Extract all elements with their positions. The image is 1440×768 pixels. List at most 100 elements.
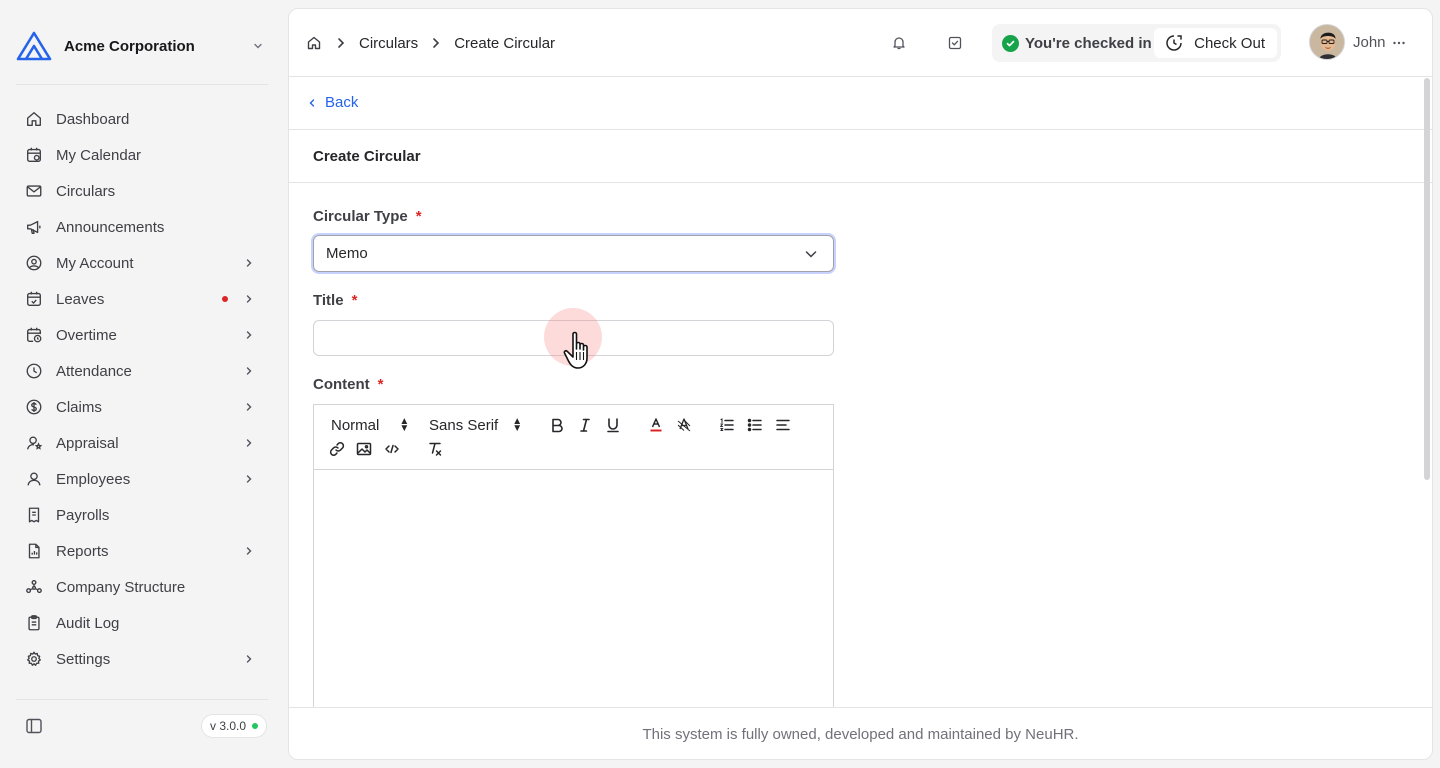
editor-toolbar: Normal ▲ ▼ Sans Serif ▲ ▼	[314, 405, 833, 470]
footer-text: This system is fully owned, developed an…	[642, 726, 1079, 743]
calendar-clock-icon	[24, 325, 44, 345]
calendar-icon	[24, 145, 44, 165]
sidebar-item-label: Circulars	[56, 182, 116, 200]
chevron-right-icon	[428, 35, 444, 51]
sidebar-item-payrolls[interactable]: Payrolls	[16, 497, 268, 533]
back-link[interactable]: Back	[307, 94, 358, 111]
attendance-status: You're checked in Check Out	[992, 24, 1281, 62]
sidebar-item-dashboard[interactable]: Dashboard	[16, 101, 268, 137]
sidebar-item-label: Reports	[56, 542, 109, 560]
required-mark: *	[377, 376, 384, 393]
chevron-right-icon	[333, 35, 349, 51]
sidebar-item-label: Audit Log	[56, 614, 120, 632]
italic-icon[interactable]	[576, 415, 594, 435]
chevron-right-icon	[242, 328, 256, 342]
scrollbar[interactable]	[1424, 78, 1430, 480]
circular-type-value: Memo	[326, 245, 368, 262]
code-icon[interactable]	[383, 439, 401, 459]
sidebar-item-label: Claims	[56, 398, 102, 416]
home-icon[interactable]	[305, 34, 323, 52]
user-name[interactable]: John	[1353, 34, 1386, 51]
chevron-right-icon	[242, 364, 256, 378]
back-bar: Back	[289, 78, 1432, 130]
user-circle-icon	[24, 253, 44, 273]
hand-pointer-icon	[563, 331, 588, 369]
sidebar-item-announcements[interactable]: Announcements	[16, 209, 268, 245]
font-value: Sans Serif	[429, 416, 499, 434]
network-icon	[24, 577, 44, 597]
org-switcher[interactable]: Acme Corporation	[16, 28, 268, 64]
dollar-circle-icon	[24, 397, 44, 417]
sidebar-item-leaves[interactable]: Leaves	[16, 281, 268, 317]
circular-type-select[interactable]: Memo	[313, 235, 834, 272]
sidebar-item-label: Leaves	[56, 290, 105, 308]
format-value: Normal	[331, 416, 380, 434]
sidebar-item-reports[interactable]: Reports	[16, 533, 268, 569]
version-label: v 3.0.0	[210, 719, 247, 733]
sidebar-item-my-calendar[interactable]: My Calendar	[16, 137, 268, 173]
text-color-icon[interactable]	[647, 415, 665, 435]
chevron-right-icon	[242, 652, 256, 666]
highlight-icon[interactable]	[675, 415, 693, 435]
select-arrows-icon: ▲ ▼	[512, 415, 523, 434]
sidebar-item-audit-log[interactable]: Audit Log	[16, 605, 268, 641]
editor-content[interactable]	[314, 470, 833, 724]
font-select[interactable]: Sans Serif ▲ ▼	[429, 415, 522, 435]
bell-icon[interactable]	[889, 33, 909, 53]
sidebar-item-label: My Account	[56, 254, 134, 272]
sidebar-item-circulars[interactable]: Circulars	[16, 173, 268, 209]
sidebar-divider	[16, 699, 268, 700]
sidebar-item-label: Attendance	[56, 362, 132, 380]
sidebar-item-label: Company Structure	[56, 578, 186, 596]
avatar[interactable]	[1309, 24, 1345, 60]
chevron-right-icon	[242, 400, 256, 414]
sidebar-item-label: Announcements	[56, 218, 165, 236]
rich-text-editor: Normal ▲ ▼ Sans Serif ▲ ▼	[313, 404, 834, 724]
calendar-check-icon	[24, 289, 44, 309]
sidebar-item-label: Appraisal	[56, 434, 119, 452]
underline-icon[interactable]	[604, 415, 622, 435]
sidebar: Acme Corporation Dashboard My Calendar C…	[0, 0, 280, 768]
gear-icon	[24, 649, 44, 669]
ordered-list-icon[interactable]	[718, 415, 736, 435]
sidebar-item-claims[interactable]: Claims	[16, 389, 268, 425]
link-icon[interactable]	[328, 439, 346, 459]
sidebar-item-settings[interactable]: Settings	[16, 641, 268, 677]
format-select[interactable]: Normal ▲ ▼	[331, 415, 409, 435]
user-star-icon	[24, 433, 44, 453]
sidebar-toggle-icon[interactable]	[24, 716, 44, 736]
sidebar-item-label: Payrolls	[56, 506, 110, 524]
sidebar-item-attendance[interactable]: Attendance	[16, 353, 268, 389]
chevron-right-icon	[242, 292, 256, 306]
clear-format-icon[interactable]	[426, 439, 444, 459]
image-icon[interactable]	[355, 439, 373, 459]
sidebar-item-overtime[interactable]: Overtime	[16, 317, 268, 353]
check-out-label: Check Out	[1194, 34, 1265, 52]
select-arrows-icon: ▲ ▼	[399, 415, 410, 434]
more-horizontal-icon[interactable]	[1389, 33, 1409, 53]
main-panel: Circulars Create Circular You're checked…	[288, 8, 1433, 760]
check-out-button[interactable]: Check Out	[1154, 28, 1277, 58]
notification-dot	[222, 296, 228, 302]
chevron-right-icon	[242, 544, 256, 558]
sidebar-item-company-structure[interactable]: Company Structure	[16, 569, 268, 605]
sidebar-item-label: My Calendar	[56, 146, 142, 164]
bullet-list-icon[interactable]	[746, 415, 764, 435]
task-check-icon[interactable]	[945, 33, 965, 53]
required-mark: *	[351, 292, 358, 309]
chevron-left-icon	[309, 98, 315, 107]
checkin-status-text: You're checked in	[1025, 34, 1152, 52]
breadcrumb-current: Create Circular	[454, 34, 556, 52]
content-label: Content *	[313, 376, 384, 393]
align-left-icon[interactable]	[774, 415, 792, 435]
bold-icon[interactable]	[548, 415, 566, 435]
sidebar-item-appraisal[interactable]: Appraisal	[16, 425, 268, 461]
home-icon	[24, 109, 44, 129]
megaphone-icon	[24, 217, 44, 237]
breadcrumb-item[interactable]: Circulars	[359, 35, 418, 52]
sidebar-item-employees[interactable]: Employees	[16, 461, 268, 497]
breadcrumb: Circulars Create Circular	[305, 33, 555, 53]
sidebar-item-my-account[interactable]: My Account	[16, 245, 268, 281]
receipt-icon	[24, 505, 44, 525]
sidebar-item-label: Employees	[56, 470, 131, 488]
